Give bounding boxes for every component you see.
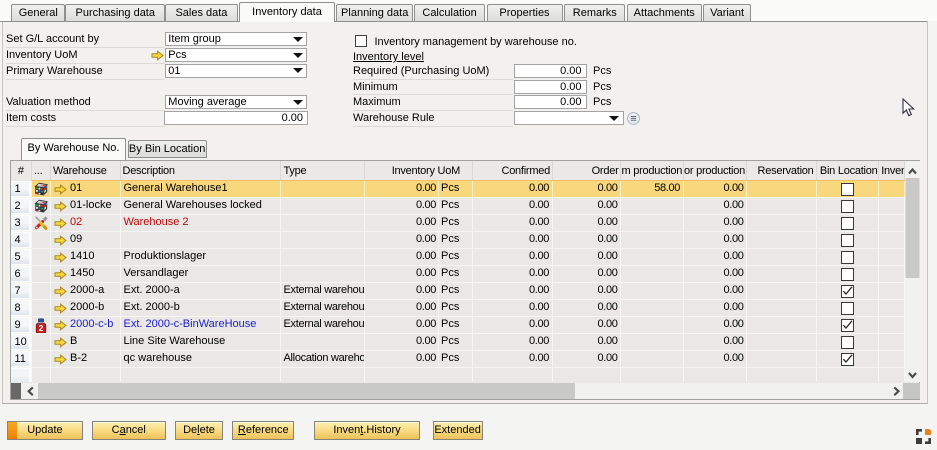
svg-text:2: 2 xyxy=(39,323,44,333)
